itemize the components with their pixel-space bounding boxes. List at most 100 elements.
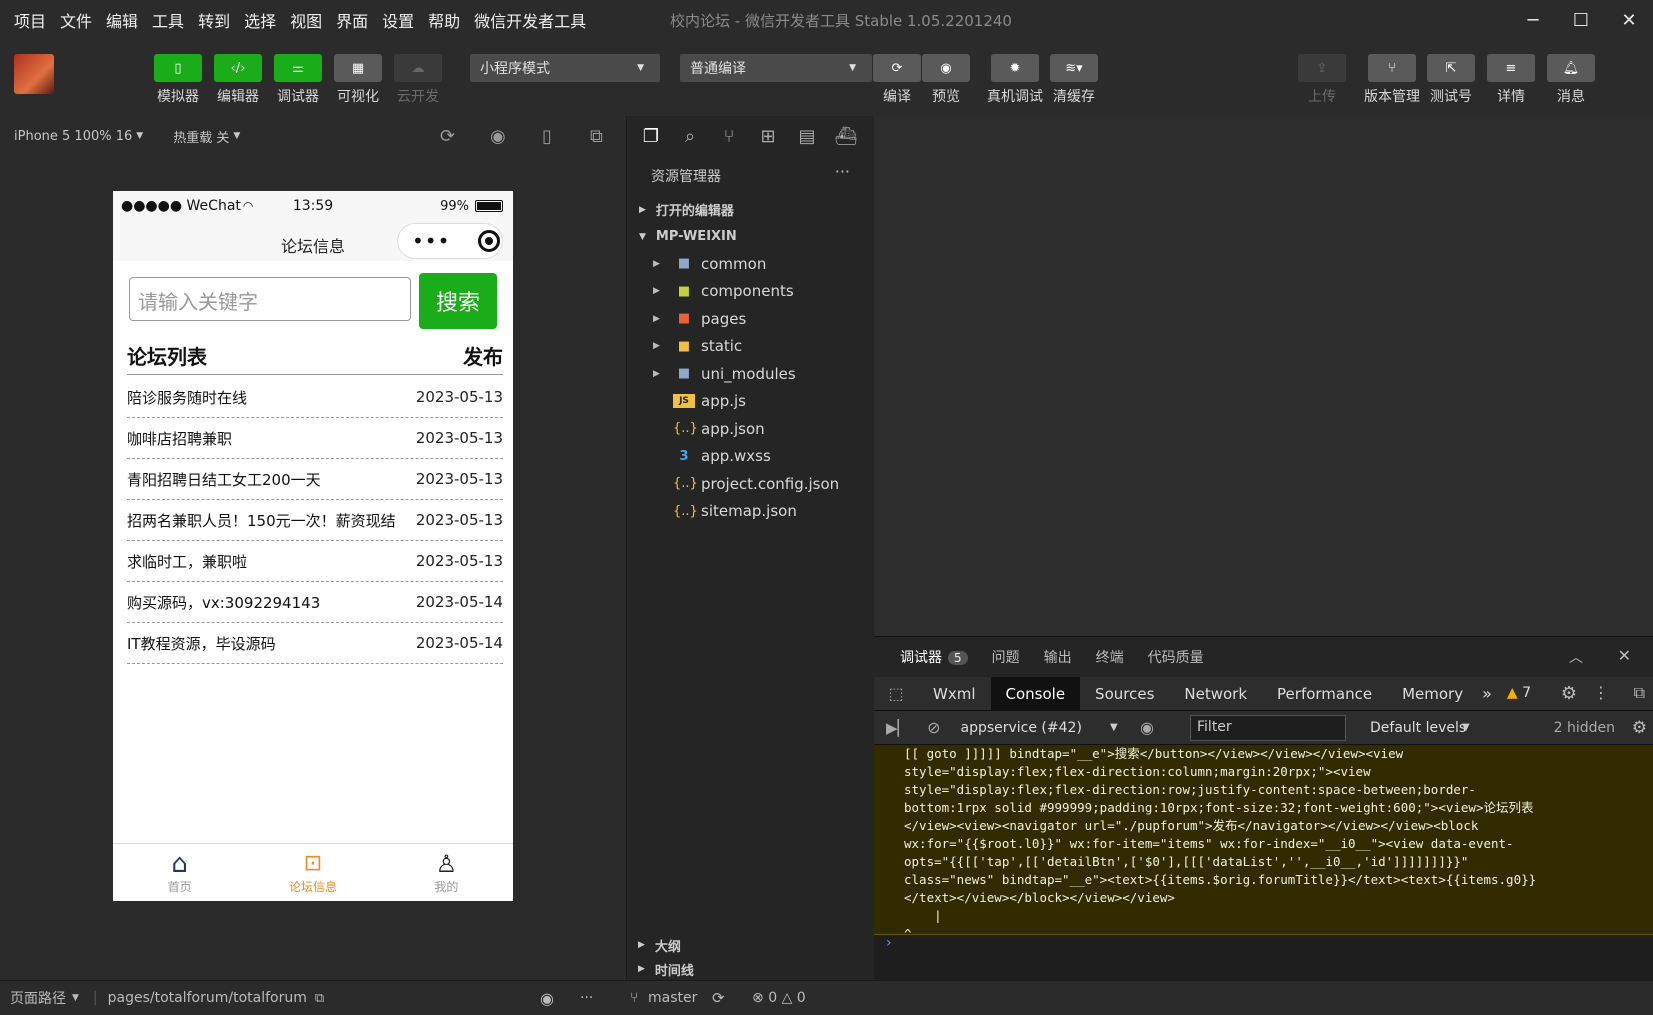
storage-icon[interactable]: ▤ (793, 126, 821, 147)
tab-code-quality[interactable]: 代码质量 (1148, 647, 1204, 667)
device-select[interactable]: iPhone 5 100% 16 (14, 129, 132, 144)
tab-memory[interactable]: Memory (1387, 677, 1478, 711)
forum-row[interactable]: 求临时工，兼职啦 2023-05-13 (127, 541, 503, 582)
forum-row[interactable]: 青阳招聘日结工女工200一天 2023-05-13 (127, 459, 503, 500)
tab-problems[interactable]: 问题 (992, 647, 1020, 667)
tab-network[interactable]: Network (1169, 677, 1262, 711)
mode-select[interactable]: 小程序模式 ▼ (470, 54, 660, 82)
eye-icon[interactable]: ◉ (540, 989, 554, 1008)
hot-reload-select[interactable]: 热重载 关 (173, 127, 229, 146)
chevron-up-icon[interactable]: ︿ (1569, 647, 1583, 667)
problems-counter[interactable]: ⊗ 0 △ 0 (752, 990, 806, 1006)
forum-row[interactable]: 咖啡店招聘兼职 2023-05-13 (127, 418, 503, 459)
more-icon[interactable]: ··· (835, 162, 850, 181)
compile-select[interactable]: 普通编译 ▼ (680, 54, 872, 82)
tree-folder-pages[interactable]: ▶ ■ pages (627, 305, 874, 333)
outline-section[interactable]: ▶ 大纲 (626, 932, 874, 958)
tab-sources[interactable]: Sources (1080, 677, 1169, 711)
user-avatar[interactable] (14, 54, 54, 94)
page-path-label[interactable]: 页面路径 (10, 988, 66, 1008)
rotate-icon[interactable]: ⟳ (440, 126, 455, 147)
git-branch[interactable]: master (648, 990, 697, 1006)
cloud-button[interactable]: ☁ 云开发 (392, 54, 444, 106)
details-button[interactable]: ≡ 详情 (1485, 54, 1537, 106)
popout-icon[interactable]: ⧉ (590, 126, 603, 147)
warning-counter[interactable]: ▲ 7 (1507, 685, 1531, 701)
publish-link[interactable]: 发布 (463, 341, 503, 374)
preview-button[interactable]: ◉ 预览 (920, 54, 972, 106)
tab-forum[interactable]: ⊡ 论坛信息 (246, 844, 379, 901)
tab-output[interactable]: 输出 (1044, 647, 1072, 667)
search-input[interactable]: 请输入关键字 (129, 277, 411, 321)
real-debug-button[interactable]: ✹ 真机调试 (983, 54, 1047, 106)
tab-terminal[interactable]: 终端 (1096, 647, 1124, 667)
menu-select[interactable]: 选择 (244, 8, 276, 32)
tree-file-app-wxss[interactable]: 3 app.wxss (627, 443, 874, 471)
menu-file[interactable]: 文件 (60, 8, 92, 32)
inspect-icon[interactable]: ⬚ (874, 684, 918, 703)
more-tabs-icon[interactable]: » (1482, 684, 1492, 703)
close-panel-icon[interactable]: ✕ (1618, 646, 1631, 665)
simulator-button[interactable]: ▯ 模拟器 (152, 54, 204, 106)
tree-folder-static[interactable]: ▶ ■ static (627, 333, 874, 361)
menu-tools[interactable]: 工具 (152, 8, 184, 32)
tree-file-app-js[interactable]: JS app.js (627, 388, 874, 416)
menu-goto[interactable]: 转到 (198, 8, 230, 32)
messages-button[interactable]: 🔔︎ 消息 (1545, 54, 1597, 106)
compile-button[interactable]: ⟳ 编译 (871, 54, 923, 106)
open-editors-section[interactable]: ▶ 打开的编辑器 (627, 196, 874, 223)
levels-select[interactable]: Default levels (1370, 720, 1466, 736)
record-icon[interactable]: ◉ (490, 126, 506, 147)
dock-icon[interactable]: ⧉ (1634, 683, 1645, 703)
tab-debugger[interactable]: 调试器 5 (900, 647, 968, 667)
gear-icon[interactable]: ⚙ (1561, 683, 1577, 704)
extensions-icon[interactable]: ⊞ (754, 126, 782, 147)
timeline-section[interactable]: ▶ 时间线 (626, 958, 874, 980)
sidebar-toggle-icon[interactable]: ▶▏ (886, 719, 909, 737)
tab-wxml[interactable]: Wxml (918, 677, 991, 711)
clear-cache-button[interactable]: ≋▾ 清缓存 (1048, 54, 1100, 106)
console-prompt[interactable]: › (874, 935, 1653, 959)
device-icon[interactable]: ▯ (542, 126, 552, 147)
search-icon[interactable]: ⌕ (676, 126, 704, 147)
eye-icon[interactable]: ◉ (1140, 718, 1154, 737)
editor-button[interactable]: ‹/› 编辑器 (212, 54, 264, 106)
maximize-button[interactable]: ☐ (1557, 0, 1605, 40)
search-button[interactable]: 搜索 (419, 273, 497, 329)
more-icon[interactable]: ··· (580, 990, 593, 1006)
menu-help[interactable]: 帮助 (428, 8, 460, 32)
menu-interface[interactable]: 界面 (336, 8, 368, 32)
menu-view[interactable]: 视图 (290, 8, 322, 32)
context-select[interactable]: appservice (#42) (960, 720, 1081, 736)
docker-icon[interactable]: ⛴ (832, 126, 860, 147)
project-section[interactable]: ▼ MP-WEIXIN (627, 223, 874, 250)
menu-wechat-devtools[interactable]: 微信开发者工具 (474, 8, 586, 32)
forum-row[interactable]: 招两名兼职人员！150元一次！薪资现结 2023-05-13 (127, 500, 503, 541)
filter-input[interactable]: Filter (1190, 715, 1346, 741)
tab-console[interactable]: Console (990, 676, 1081, 711)
close-target-icon[interactable] (478, 230, 501, 252)
close-window-button[interactable]: ✕ (1605, 0, 1653, 40)
visual-button[interactable]: ▦ 可视化 (332, 54, 384, 106)
tree-folder-components[interactable]: ▶ ■ components (627, 278, 874, 306)
clear-console-icon[interactable]: ⊘ (927, 718, 940, 737)
version-button[interactable]: ⑂ 版本管理 (1360, 54, 1424, 106)
menu-settings[interactable]: 设置 (382, 8, 414, 32)
kebab-menu-icon[interactable]: ⋮ (1593, 683, 1609, 702)
minimize-button[interactable]: ─ (1509, 0, 1557, 40)
tree-folder-common[interactable]: ▶ ■ common (627, 250, 874, 278)
test-id-button[interactable]: ⇱ 测试号 (1425, 54, 1477, 106)
copy-icon[interactable]: ⧉ (315, 991, 324, 1006)
tree-file-project-config[interactable]: {..} project.config.json (627, 470, 874, 498)
menu-edit[interactable]: 编辑 (106, 8, 138, 32)
console-settings-icon[interactable]: ⚙ (1632, 718, 1647, 738)
sync-icon[interactable]: ⟳ (712, 989, 725, 1007)
forum-row[interactable]: IT教程资源，毕设源码 2023-05-14 (127, 623, 503, 664)
debugger-button[interactable]: ⚌ 调试器 (272, 54, 324, 106)
upload-button[interactable]: ⇪ 上传 (1296, 54, 1348, 106)
forum-row[interactable]: 陪诊服务随时在线 2023-05-13 (127, 377, 503, 418)
forum-row[interactable]: 购买源码，vx:3092294143 2023-05-14 (127, 582, 503, 623)
tab-home[interactable]: ⌂ 首页 (113, 844, 246, 901)
tree-folder-uni-modules[interactable]: ▶ ■ uni_modules (627, 360, 874, 388)
tab-performance[interactable]: Performance (1262, 677, 1387, 711)
